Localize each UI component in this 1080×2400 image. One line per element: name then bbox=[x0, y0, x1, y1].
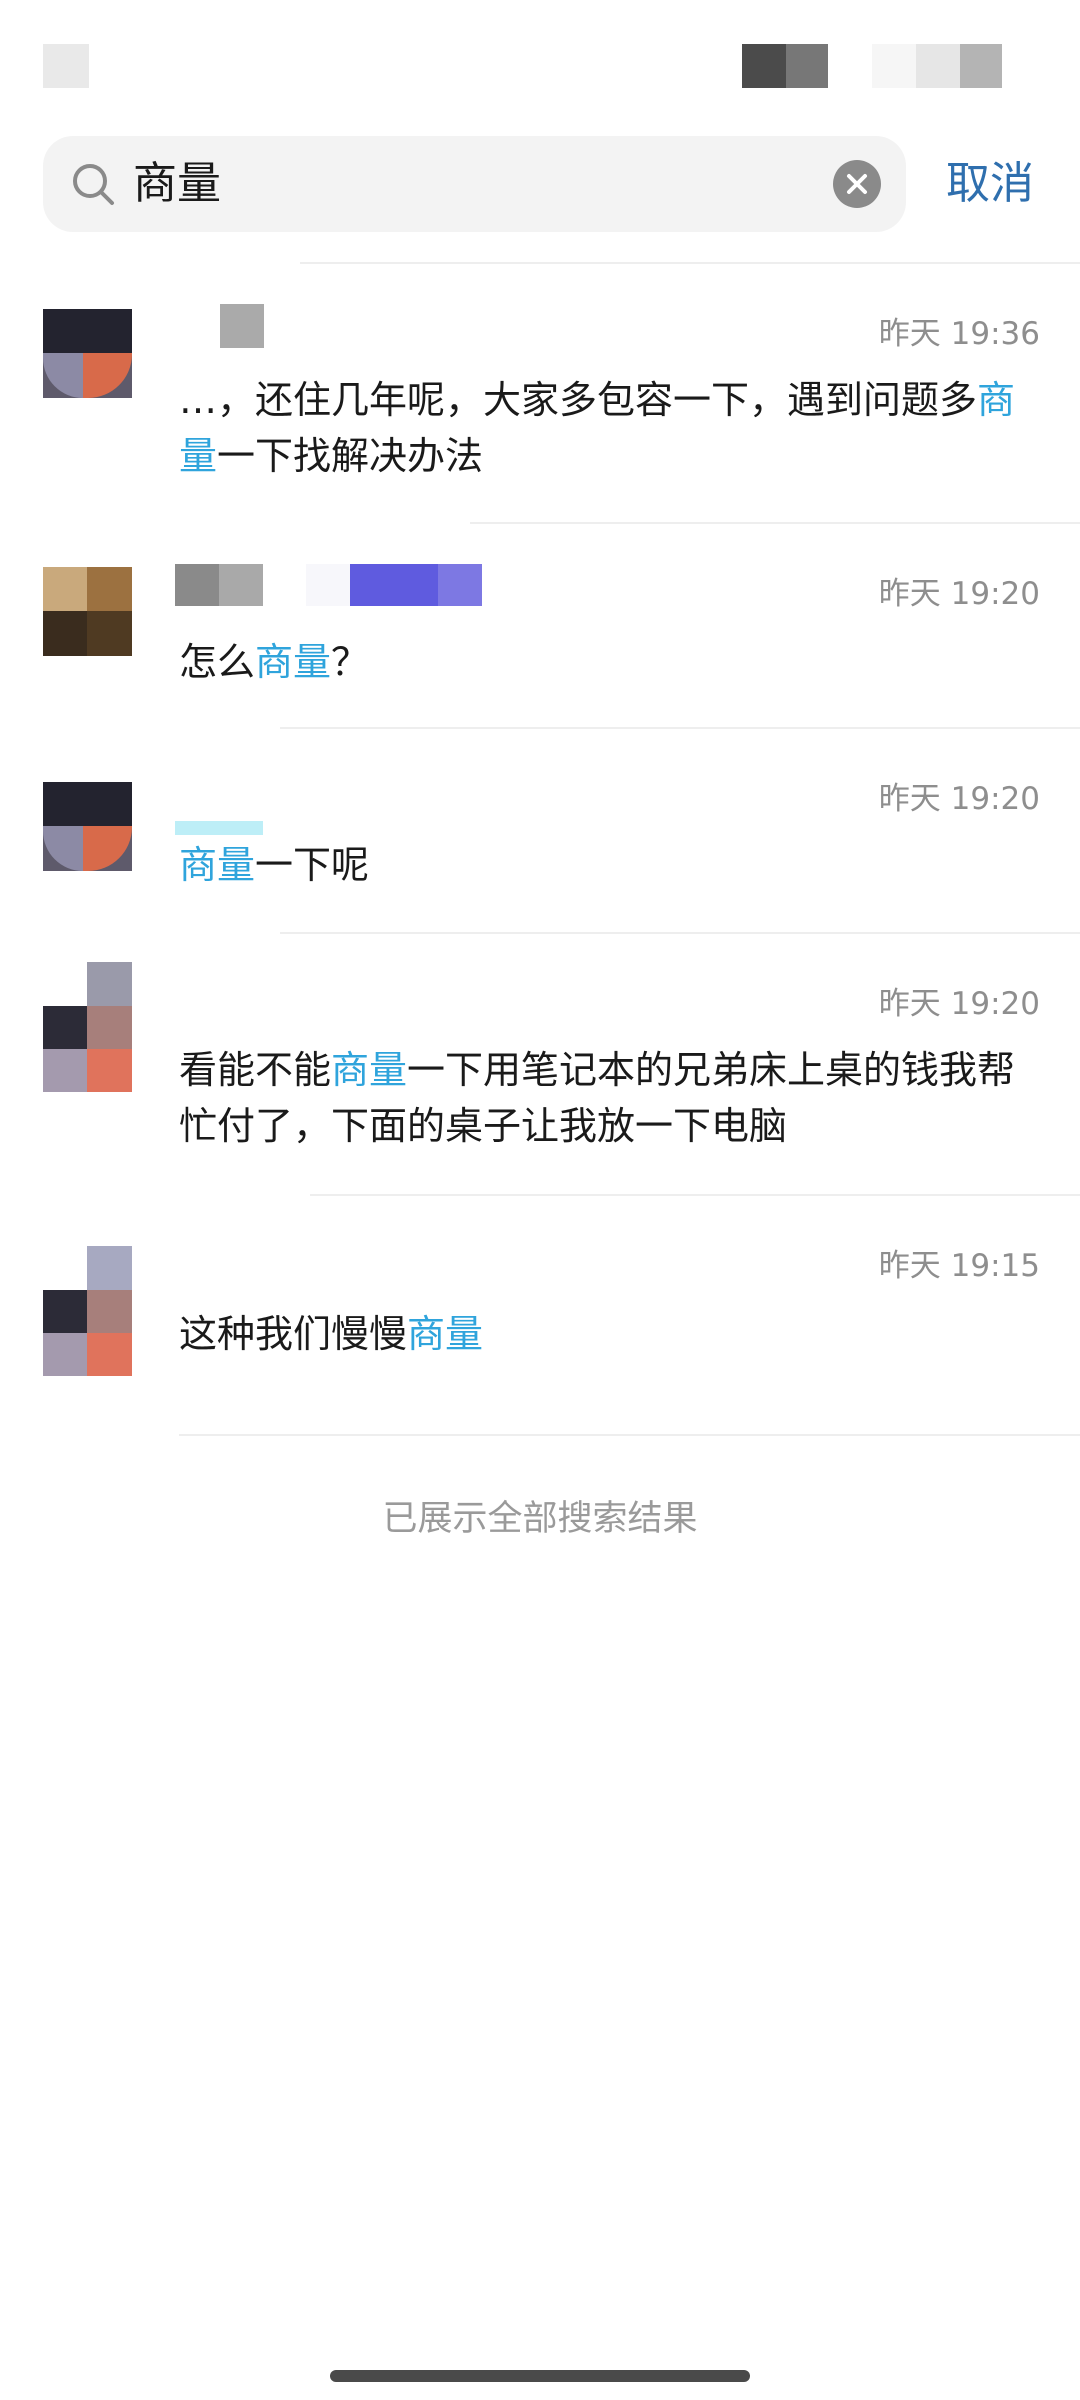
status-bar bbox=[0, 0, 1080, 110]
search-box[interactable] bbox=[43, 136, 906, 232]
keyword-highlight: 商量 bbox=[255, 640, 332, 684]
message-snippet: 怎么商量？ bbox=[179, 640, 370, 684]
status-right-block-1 bbox=[742, 44, 786, 88]
keyword-highlight: 商量 bbox=[179, 843, 256, 887]
sender-name-redacted bbox=[220, 304, 264, 348]
timestamp: 昨天 19:20 bbox=[878, 781, 1040, 817]
timestamp: 昨天 19:36 bbox=[878, 316, 1040, 352]
status-left-block bbox=[43, 44, 89, 88]
status-right-block-4 bbox=[916, 44, 960, 88]
status-right-block-5 bbox=[960, 44, 1002, 88]
message-snippet: …，还住几年呢，大家多包容一下，遇到问题多商量一下找解决办法 bbox=[179, 378, 1016, 478]
status-right-block-2 bbox=[786, 44, 828, 88]
cancel-button[interactable]: 取消 bbox=[946, 136, 1034, 232]
status-right-block-3 bbox=[872, 44, 916, 88]
avatar bbox=[43, 567, 132, 656]
avatar bbox=[43, 782, 132, 871]
result-item[interactable]: 昨天 19:36 …，还住几年呢，大家多包容一下，遇到问题多商量一下找解决办法 bbox=[0, 262, 1080, 522]
keyword-highlight: 商量 bbox=[407, 1312, 484, 1356]
close-icon bbox=[847, 174, 867, 194]
divider bbox=[179, 1434, 1080, 1436]
search-icon bbox=[73, 164, 114, 205]
result-item[interactable]: 昨天 19:20 看能不能商量一下用笔记本的兄弟床上桌的钱我帮忙付了，下面的桌子… bbox=[0, 932, 1080, 1194]
sender-name-redacted bbox=[175, 564, 219, 606]
timestamp: 昨天 19:20 bbox=[878, 576, 1040, 612]
avatar bbox=[43, 1246, 132, 1376]
end-of-results-text: 已展示全部搜索结果 bbox=[382, 1499, 698, 1539]
message-snippet: 看能不能商量一下用笔记本的兄弟床上桌的钱我帮忙付了，下面的桌子让我放一下电脑 bbox=[179, 1048, 1016, 1148]
timestamp: 昨天 19:20 bbox=[878, 986, 1040, 1022]
avatar bbox=[43, 309, 132, 398]
home-indicator[interactable] bbox=[330, 2370, 750, 2382]
result-item[interactable]: 昨天 19:20 怎么商量？ bbox=[0, 522, 1080, 727]
timestamp: 昨天 19:15 bbox=[878, 1248, 1040, 1284]
message-snippet: 这种我们慢慢商量 bbox=[179, 1312, 484, 1356]
result-item[interactable]: 昨天 19:20 商量一下呢 bbox=[0, 727, 1080, 932]
sender-name-redacted bbox=[175, 821, 263, 835]
message-snippet: 商量一下呢 bbox=[179, 843, 370, 887]
search-results-screen: 取消 昨天 19:36 …，还住几年呢，大家多包容一下，遇到问题多商量一下找解决… bbox=[0, 0, 1080, 2400]
keyword-highlight: 商量 bbox=[331, 1048, 408, 1092]
result-item[interactable]: 昨天 19:15 这种我们慢慢商量 bbox=[0, 1194, 1080, 1434]
clear-search-icon[interactable] bbox=[833, 160, 881, 208]
avatar bbox=[43, 962, 132, 1092]
search-input[interactable] bbox=[133, 136, 813, 232]
